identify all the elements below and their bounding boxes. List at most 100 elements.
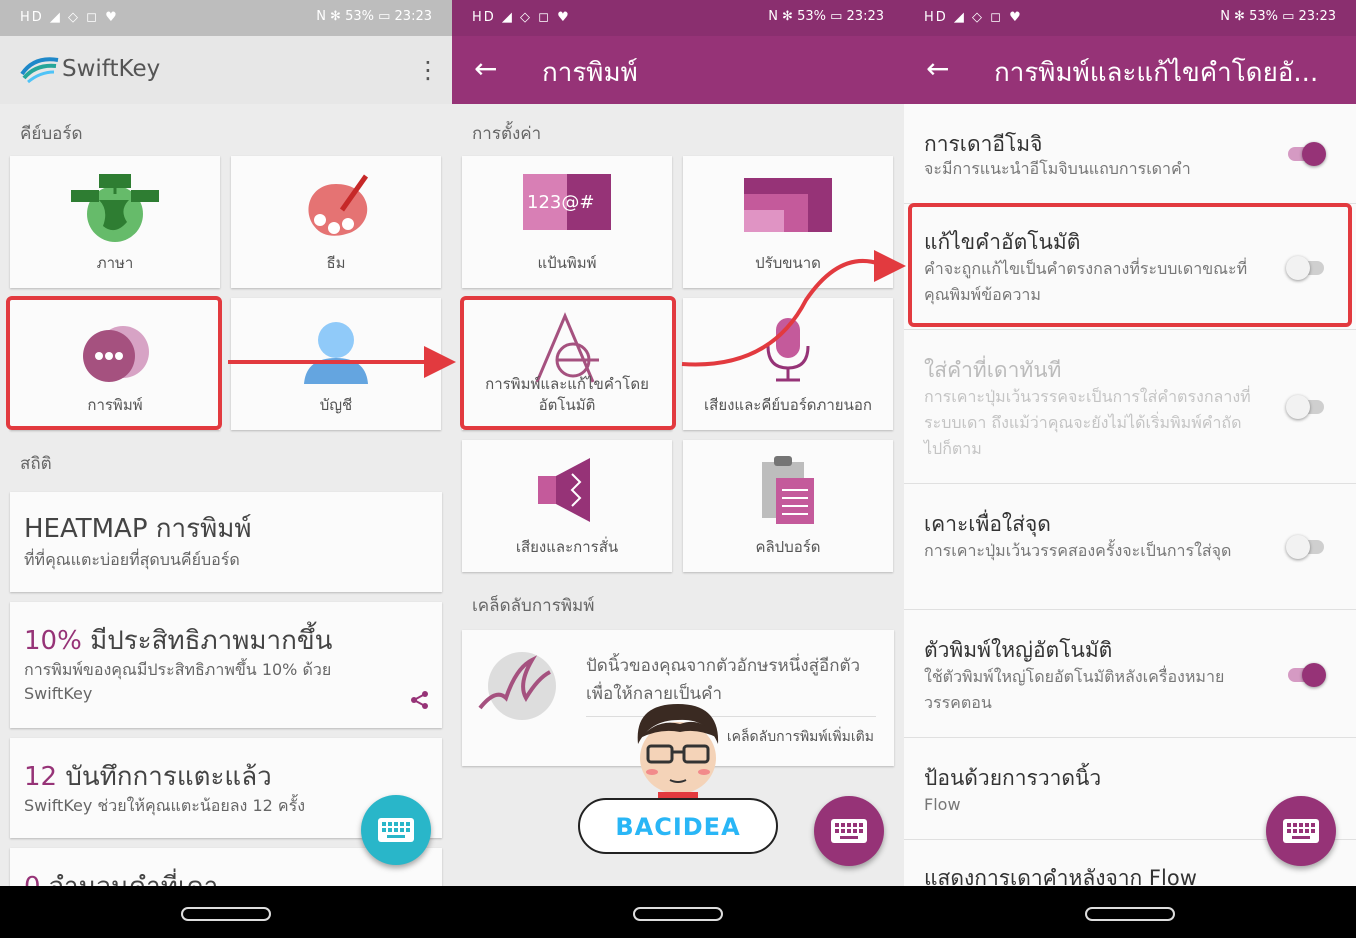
setting-title: ตัวพิมพ์ใหญ่อัตโนมัติ <box>924 638 1113 662</box>
toggle-knob <box>1286 535 1310 559</box>
status-left-icons: HD ◢ ◇ ◻ ♥ <box>20 10 119 25</box>
screenshot-collage: HD ◢ ◇ ◻ ♥ N ✻ 53% ▭ 23:23 SwiftKey ⋮ คี… <box>0 0 1356 938</box>
share-icon[interactable] <box>410 690 430 710</box>
status-right-info: N ✻ 53% ▭ 23:23 <box>316 9 432 24</box>
speaker-icon <box>538 458 590 522</box>
stat-number: 12 <box>24 762 58 792</box>
keyboard-fab-button[interactable] <box>1266 796 1336 866</box>
settings-section-header: การตั้งค่า <box>472 124 542 144</box>
back-arrow-icon[interactable]: ← <box>926 52 949 85</box>
tile-voice-external-keyboard[interactable]: เสียงและคีย์บอร์ดภายนอก <box>683 298 893 430</box>
keyboard-fab-button[interactable] <box>814 796 884 866</box>
clipboard-icon <box>762 456 814 524</box>
tile-label: เสียงและคีย์บอร์ดภายนอก <box>704 396 872 414</box>
keyboard-icon <box>1283 819 1319 843</box>
account-icon <box>304 322 368 384</box>
mascot-avatar-icon <box>637 704 719 810</box>
page-title: การพิมพ์ <box>542 58 638 88</box>
status-right-info: N ✻ 53% ▭ 23:23 <box>768 9 884 24</box>
tile-label: ปรับขนาด <box>755 254 821 272</box>
emoji-prediction-toggle[interactable] <box>1288 142 1326 166</box>
tile-label: ภาษา <box>96 254 134 272</box>
home-pill[interactable] <box>633 907 723 921</box>
setting-auto-capitalize[interactable]: ตัวพิมพ์ใหญ่อัตโนมัติ ใช้ตัวพิมพ์ใหญ่โดย… <box>904 610 1356 738</box>
setting-subtitle: จะมีการแนะนำอีโมจิบนแถบการเดาคำ <box>924 159 1191 178</box>
double-tap-period-toggle[interactable] <box>1286 535 1324 559</box>
quick-insert-toggle[interactable] <box>1286 395 1324 419</box>
autocorrect-settings-screen: HD ◢ ◇ ◻ ♥ N ✻ 53% ▭ 23:23 ← การพิมพ์และ… <box>904 0 1356 886</box>
highlight-box <box>460 296 676 430</box>
watermark-badge: BACIDEA <box>578 798 778 854</box>
card-subtitle: ที่ที่คุณแตะบ่อยที่สุดบนคีย์บอร์ด <box>24 550 240 569</box>
tile-label: ธีม <box>326 254 346 272</box>
resize-icon <box>744 178 832 232</box>
app-bar: SwiftKey ⋮ <box>0 36 452 104</box>
setting-title: ป้อนด้วยการวาดนิ้ว <box>924 766 1102 790</box>
card-title: มีประสิทธิภาพมากขึ้น <box>90 626 333 656</box>
efficiency-card[interactable]: 10% มีประสิทธิภาพมากขึ้น การพิมพ์ของคุณม… <box>10 602 442 728</box>
typing-settings-screen: HD ◢ ◇ ◻ ♥ N ✻ 53% ▭ 23:23 ← การพิมพ์ กา… <box>452 0 904 886</box>
keyboard-layout-icon: 123@# <box>523 174 611 230</box>
highlight-box <box>908 203 1352 327</box>
card-subtitle: SwiftKey ช่วยให้คุณแตะน้อยลง 12 ครั้ง <box>24 796 306 815</box>
setting-emoji-prediction[interactable]: การเดาอีโมจิ จะมีการแนะนำอีโมจิบนแถบการเ… <box>904 104 1356 204</box>
highlight-box <box>6 296 222 430</box>
swiftkey-logo-icon <box>20 57 59 84</box>
setting-subtitle: การเคาะปุ่มเว้นวรรคสองครั้งจะเป็นการใส่จ… <box>924 541 1232 560</box>
app-bar: ← การพิมพ์ <box>452 36 904 104</box>
setting-title: เคาะเพื่อใส่จุด <box>924 512 1051 536</box>
tile-label: คลิปบอร์ด <box>755 538 821 556</box>
status-bar: HD ◢ ◇ ◻ ♥ N ✻ 53% ▭ 23:23 <box>0 0 452 36</box>
tile-label: แป้นพิมพ์ <box>537 254 597 272</box>
keyboard-fab-button[interactable] <box>361 795 431 865</box>
tile-account[interactable]: บัญชี <box>231 298 441 430</box>
tile-resize[interactable]: ปรับขนาด <box>683 156 893 288</box>
tile-sound-vibration[interactable]: เสียงและการสั่น <box>462 440 672 572</box>
setting-double-tap-period[interactable]: เคาะเพื่อใส่จุด การเคาะปุ่มเว้นวรรคสองคร… <box>904 484 1356 610</box>
setting-subtitle: ใช้ตัวพิมพ์ใหญ่โดยอัตโนมัติหลังเครื่องหม… <box>924 667 1225 712</box>
status-left-icons: HD ◢ ◇ ◻ ♥ <box>924 10 1023 25</box>
watermark-text: BACIDEA <box>615 813 741 841</box>
setting-quick-insert[interactable]: ใส่คำที่เดาทันที การเคาะปุ่มเว้นวรรคจะเป… <box>904 330 1356 484</box>
status-left-icons: HD ◢ ◇ ◻ ♥ <box>472 10 571 25</box>
tips-section-header: เคล็ดลับการพิมพ์ <box>472 596 595 616</box>
tile-label: เสียงและการสั่น <box>515 538 619 556</box>
nav-bar <box>904 886 1356 938</box>
card-title-row: 10% มีประสิทธิภาพมากขึ้น <box>24 620 332 661</box>
app-name: SwiftKey <box>62 56 161 82</box>
globe-icon <box>71 174 159 242</box>
svg-text:123@#: 123@# <box>527 192 594 213</box>
keyboard-icon <box>378 818 414 842</box>
more-tips-link[interactable]: เคล็ดลับการพิมพ์เพิ่มเติม <box>727 726 874 748</box>
stats-section-header: สถิติ <box>20 454 52 474</box>
heatmap-card[interactable]: HEATMAP การพิมพ์ ที่ที่คุณแตะบ่อยที่สุดบ… <box>10 492 442 592</box>
more-options-icon[interactable]: ⋮ <box>416 56 440 84</box>
nav-bar <box>452 886 904 938</box>
toggle-knob <box>1302 142 1326 166</box>
card-title: HEATMAP การพิมพ์ <box>24 514 252 544</box>
status-bar: HD ◢ ◇ ◻ ♥ N ✻ 53% ▭ 23:23 <box>452 0 904 36</box>
tile-keyboard-layout[interactable]: 123@# แป้นพิมพ์ <box>462 156 672 288</box>
toggle-knob <box>1286 395 1310 419</box>
tile-theme[interactable]: ธีม <box>231 156 441 288</box>
card-title: จำนวนคำที่เดา <box>49 872 218 886</box>
home-pill[interactable] <box>1085 907 1175 921</box>
microphone-icon <box>766 318 810 382</box>
card-subtitle: การพิมพ์ของคุณมีประสิทธิภาพขึ้น 10% ด้วย… <box>24 660 332 703</box>
app-bar: ← การพิมพ์และแก้ไขคำโดยอั... <box>904 36 1356 104</box>
toggle-knob <box>1302 663 1326 687</box>
setting-subtitle: การเคาะปุ่มเว้นวรรคจะเป็นการใส่คำตรงกลาง… <box>924 387 1251 458</box>
palette-icon <box>308 174 369 236</box>
status-right-info: N ✻ 53% ▭ 23:23 <box>1220 9 1336 24</box>
setting-title: ใส่คำที่เดาทันที <box>924 358 1062 382</box>
keyboard-icon <box>831 819 867 843</box>
auto-capitalize-toggle[interactable] <box>1288 663 1326 687</box>
tile-language[interactable]: ภาษา <box>10 156 220 288</box>
flow-gesture-icon <box>478 652 556 720</box>
card-title-row: 12 บันทึกการแตะแล้ว <box>24 756 272 797</box>
back-arrow-icon[interactable]: ← <box>474 52 497 85</box>
keyboard-section-header: คีย์บอร์ด <box>20 124 83 144</box>
setting-subtitle: Flow <box>924 795 961 814</box>
home-pill[interactable] <box>181 907 271 921</box>
tile-clipboard[interactable]: คลิปบอร์ด <box>683 440 893 572</box>
